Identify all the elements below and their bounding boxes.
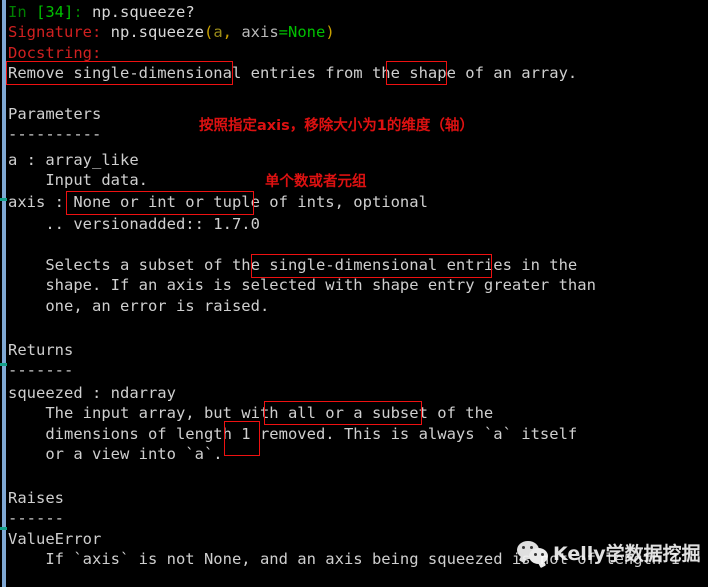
watermark-text: Kelly学数据挖掘 [553, 543, 701, 565]
signature-call: np.squeeze [101, 23, 204, 42]
signature-equals: = [278, 23, 289, 42]
doc-line: ------ [8, 509, 64, 528]
doc-line: squeezed : ndarray [8, 384, 176, 402]
doc-line: ---------- [8, 124, 102, 143]
doc-line: ValueError [8, 529, 102, 548]
watermark: Kelly学数据挖掘 [517, 539, 701, 566]
doc-line: Selects a subset of the single-dimension… [8, 256, 578, 274]
doc-line: or a view into `a`. [8, 444, 223, 463]
prompt-colon: : [73, 3, 83, 21]
wechat-eye-dot-icon [534, 552, 537, 556]
annotation-tuple-note: 单个数或者元组 [265, 174, 367, 190]
doc-line: Parameters [8, 104, 102, 123]
terminal-window[interactable]: In [34]: np.squeeze? Signature: np.squee… [0, 0, 708, 587]
doc-line: one, an error is raised. [8, 297, 270, 315]
doc-line: shape. If an axis is selected with shape… [8, 276, 596, 295]
wechat-eye-dot-icon [530, 545, 533, 549]
wechat-bubble-small-icon [529, 547, 548, 564]
prompt-command: np.squeeze? [82, 3, 195, 21]
doc-line: dimensions of length 1 removed. This is … [8, 424, 578, 443]
annotation-axis-note: 按照指定axis，移除大小为1的维度（轴） [199, 118, 474, 134]
doc-line: .. versionadded:: 1.7.0 [8, 215, 260, 233]
signature-arg-a: a [213, 23, 223, 42]
doc-line: Returns [8, 341, 74, 359]
signature-paren-open: ( [203, 23, 214, 42]
signature-arg-axis: axis [241, 23, 279, 42]
doc-line: ------- [8, 361, 74, 380]
signature-paren-close: ) [325, 23, 335, 42]
doc-line: Input data. [8, 171, 148, 190]
signature-default: None [288, 23, 326, 42]
doc-line: Raises [8, 489, 64, 507]
signature-label: Signature: [8, 23, 102, 42]
wechat-eye-dot-icon [541, 552, 544, 556]
signature-comma: , [222, 23, 242, 42]
prompt-label: In [8, 3, 27, 21]
prompt-line: In [34]: np.squeeze? [8, 2, 195, 22]
signature-line: Signature: np.squeeze(a, axis=None) [8, 22, 335, 42]
terminal-text: In [34]: np.squeeze? Signature: np.squee… [0, 0, 708, 587]
wechat-eye-dot-icon [522, 545, 525, 549]
wechat-icon [517, 540, 551, 565]
prompt-number: [34] [36, 3, 74, 21]
doc-line: a : array_like [8, 151, 139, 169]
docstring-label: Docstring: [8, 43, 102, 62]
doc-line: Remove single-dimensional entries from t… [8, 63, 578, 82]
doc-line: axis : None or int or tuple of ints, opt… [8, 193, 428, 211]
doc-line: The input array, but with all or a subse… [8, 404, 494, 423]
